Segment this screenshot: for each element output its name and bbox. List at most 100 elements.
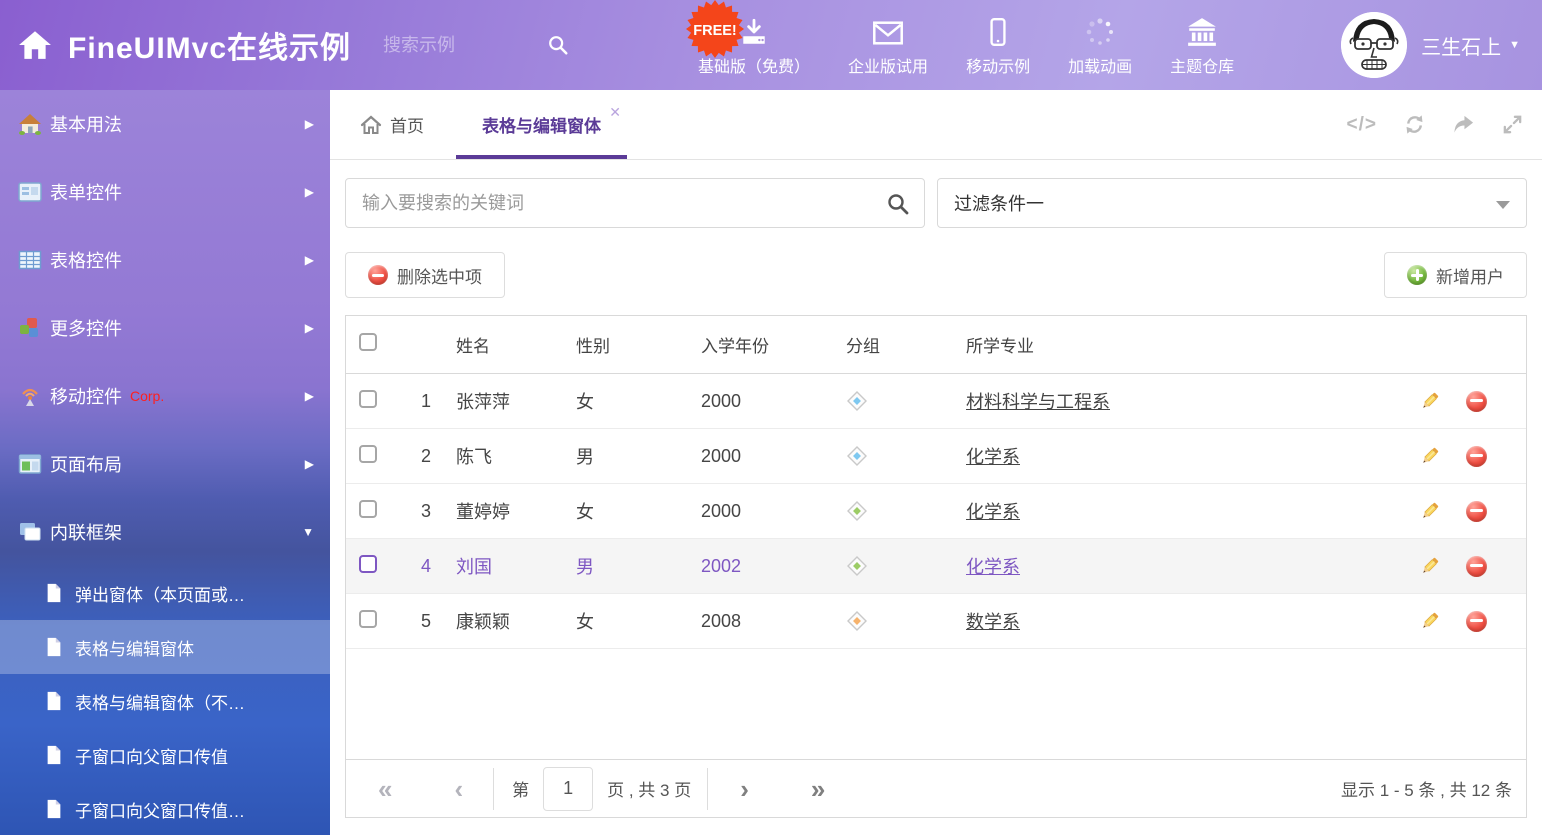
divider	[493, 768, 494, 810]
chevron-right-icon: ▶	[305, 457, 314, 471]
table-row: 5 康颖颖 女 2008 数学系	[346, 594, 1526, 649]
tab-tools: </>	[1347, 113, 1542, 136]
user-menu[interactable]: 三生石上 ▼	[1341, 12, 1542, 78]
select-all-checkbox[interactable]	[359, 333, 377, 351]
search-icon[interactable]	[547, 34, 569, 56]
prev-page-button[interactable]: ‹	[454, 776, 463, 802]
nav-enterprise-trial[interactable]: 企业版试用	[829, 13, 947, 77]
pagination-bar: « ‹ 第 页 , 共 3 页 › » 显示 1 - 5 条 , 共 12 条	[346, 759, 1526, 817]
tag-icon	[846, 555, 868, 577]
header-search-input[interactable]	[383, 35, 533, 56]
sidebar-item-form-controls[interactable]: 表单控件 ▶	[0, 158, 330, 226]
cell-gender: 女	[566, 498, 691, 524]
cell-gender: 男	[566, 553, 691, 579]
file-icon	[44, 691, 64, 711]
add-user-button[interactable]: 新增用户	[1384, 252, 1527, 298]
delete-selected-button[interactable]: 删除选中项	[345, 252, 505, 298]
sidebar-item-more-controls[interactable]: 更多控件 ▶	[0, 294, 330, 362]
first-page-button[interactable]: «	[378, 776, 392, 802]
app-title: FineUIMvc在线示例	[68, 23, 351, 67]
sidebar-item-grid-controls[interactable]: 表格控件 ▶	[0, 226, 330, 294]
tab-bar: 首页 表格与编辑窗体 ✕ </>	[330, 90, 1542, 160]
delete-row-icon[interactable]	[1466, 446, 1487, 467]
close-icon[interactable]: ✕	[609, 104, 621, 121]
share-forward-icon[interactable]	[1452, 113, 1475, 136]
nav-loading-animation[interactable]: 加载动画	[1049, 13, 1151, 77]
pagination-summary: 显示 1 - 5 条 , 共 12 条	[1341, 776, 1512, 801]
edit-pencil-icon[interactable]	[1419, 556, 1440, 577]
edit-pencil-icon[interactable]	[1419, 501, 1440, 522]
delete-row-icon[interactable]	[1466, 501, 1487, 522]
chevron-right-icon: ▶	[305, 389, 314, 403]
major-link[interactable]: 化学系	[966, 447, 1020, 467]
page-suffix: 页 , 共 3 页	[607, 776, 691, 801]
cell-year: 2008	[691, 611, 836, 632]
row-checkbox[interactable]	[359, 500, 377, 518]
delete-row-icon[interactable]	[1466, 611, 1487, 632]
major-link[interactable]: 数学系	[966, 612, 1020, 632]
cell-year: 2000	[691, 501, 836, 522]
sidebar-item-iframe[interactable]: 内联框架 ▼	[0, 498, 330, 566]
sidebar-child-grid-edit-window-2[interactable]: 表格与编辑窗体（不…	[0, 674, 330, 728]
row-checkbox[interactable]	[359, 555, 377, 573]
sidebar-child-popup-window[interactable]: 弹出窗体（本页面或…	[0, 566, 330, 620]
filter-dropdown[interactable]: 过滤条件一	[937, 178, 1527, 228]
file-icon	[44, 745, 64, 765]
chevron-right-icon: ▶	[305, 253, 314, 267]
col-header-name: 姓名	[441, 332, 566, 357]
caret-down-icon: ▼	[1509, 39, 1520, 51]
delete-row-icon[interactable]	[1466, 391, 1487, 412]
row-checkbox[interactable]	[359, 445, 377, 463]
expand-icon[interactable]	[1501, 113, 1524, 136]
tab-grid-edit-window[interactable]: 表格与编辑窗体 ✕	[456, 90, 627, 159]
corp-badge: Corp.	[130, 388, 164, 404]
tab-active-label: 表格与编辑窗体	[482, 112, 601, 137]
row-number: 5	[391, 611, 441, 632]
search-icon[interactable]	[886, 192, 910, 216]
data-grid: 姓名 性别 入学年份 分组 所学专业 1 张萍萍 女 2000 材料科学与工程系	[345, 315, 1527, 818]
source-code-icon[interactable]: </>	[1347, 114, 1377, 136]
sidebar-child-child-to-parent[interactable]: 子窗口向父窗口传值	[0, 728, 330, 782]
row-checkbox[interactable]	[359, 390, 377, 408]
sidebar-item-basic-usage[interactable]: 基本用法 ▶	[0, 90, 330, 158]
sidebar-item-page-layout[interactable]: 页面布局 ▶	[0, 430, 330, 498]
envelope-icon	[872, 13, 904, 47]
sidebar-item-mobile-controls[interactable]: 移动控件 Corp. ▶	[0, 362, 330, 430]
next-page-button[interactable]: ›	[740, 776, 749, 802]
edit-pencil-icon[interactable]	[1419, 446, 1440, 467]
app: FineUIMvc在线示例 FREE! 基础版（免费） 企业版试用	[0, 0, 1542, 835]
page-number-input[interactable]	[543, 767, 593, 811]
bank-icon	[1186, 13, 1218, 47]
file-icon	[44, 583, 64, 603]
major-link[interactable]: 化学系	[966, 502, 1020, 522]
header-nav: 基础版（免费） 企业版试用 移动示例 加载动画	[679, 13, 1253, 77]
page-prefix: 第	[512, 776, 529, 801]
major-link[interactable]: 化学系	[966, 557, 1020, 577]
caret-down-icon	[1496, 201, 1510, 209]
major-link[interactable]: 材料科学与工程系	[966, 392, 1110, 412]
tab-home[interactable]: 首页	[360, 112, 424, 137]
frames-icon	[18, 520, 42, 544]
row-number: 2	[391, 446, 441, 467]
last-page-button[interactable]: »	[811, 776, 825, 802]
house-icon	[18, 112, 42, 136]
sidebar-child-grid-edit-window[interactable]: 表格与编辑窗体	[0, 620, 330, 674]
home-icon	[360, 115, 382, 135]
nav-theme-store[interactable]: 主题仓库	[1151, 13, 1253, 77]
table-icon	[18, 248, 42, 272]
edit-pencil-icon[interactable]	[1419, 391, 1440, 412]
keyword-search-input[interactable]	[346, 179, 924, 227]
divider	[707, 768, 708, 810]
file-icon	[44, 637, 64, 657]
cell-name: 刘国	[441, 553, 566, 579]
sidebar-child-child-to-parent-2[interactable]: 子窗口向父窗口传值…	[0, 782, 330, 835]
chevron-right-icon: ▶	[305, 185, 314, 199]
nav-mobile-demo[interactable]: 移动示例	[947, 13, 1049, 77]
refresh-icon[interactable]	[1403, 113, 1426, 136]
edit-pencil-icon[interactable]	[1419, 611, 1440, 632]
delete-row-icon[interactable]	[1466, 556, 1487, 577]
row-checkbox[interactable]	[359, 610, 377, 628]
cell-gender: 女	[566, 608, 691, 634]
home-icon	[18, 29, 52, 61]
brand-logo[interactable]: FineUIMvc在线示例	[0, 23, 351, 67]
